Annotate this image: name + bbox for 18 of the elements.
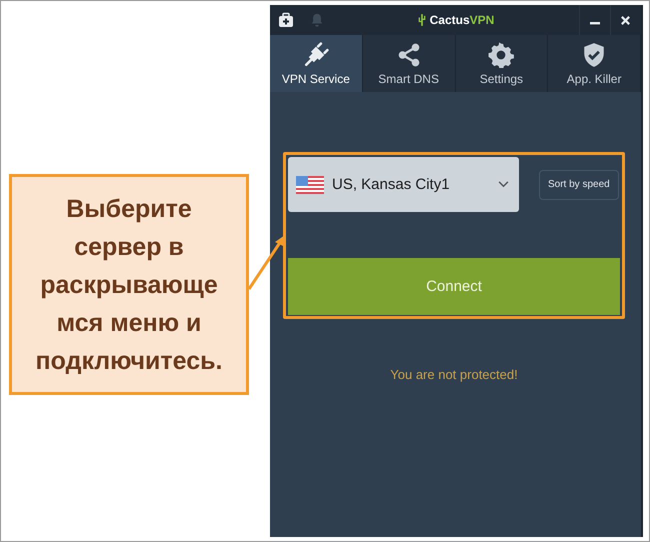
cactus-icon [416,13,427,27]
callout-text: раскрывающе [40,270,218,300]
app-logo: CactusVPN [430,13,494,27]
tab[interactable]: VPN Service [270,35,363,92]
share-icon [396,42,422,68]
plug-icon [302,42,329,68]
close-icon[interactable] [620,14,632,26]
server-dropdown[interactable]: US, Kansas City1 [288,157,519,212]
callout-text: Выберите [66,194,192,224]
protection-status: You are not protected! [389,367,519,382]
callout-text: мся меню и [56,308,202,338]
callout-text: сервер в [74,232,184,262]
callout-text: подключитесь. [36,346,222,376]
settings-icon [488,42,514,68]
sort-button[interactable]: Sort by speed [539,170,619,200]
chevron-down-icon [498,181,509,188]
flag-icon [296,176,324,194]
first-aid-kit-icon[interactable] [278,12,294,28]
